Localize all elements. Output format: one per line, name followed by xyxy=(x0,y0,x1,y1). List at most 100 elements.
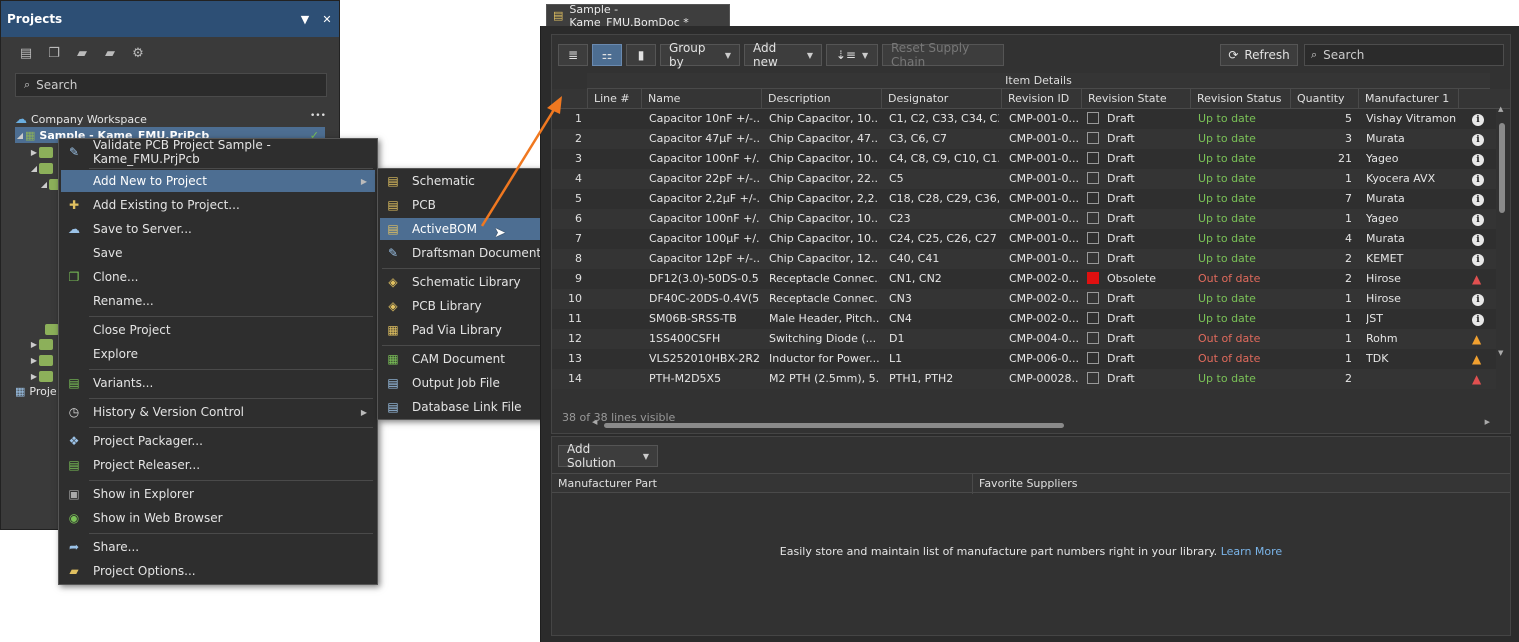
submenu-item-pcb-library[interactable]: ◈ PCB Library xyxy=(380,295,550,317)
info-icon[interactable]: i xyxy=(1472,209,1488,229)
sort-button[interactable]: ⇣≡ ▼ xyxy=(826,44,878,66)
save-icon[interactable]: ▤ xyxy=(15,42,37,64)
menu-item-explore[interactable]: Explore xyxy=(61,343,375,365)
menu-item-save[interactable]: Save xyxy=(61,242,375,264)
menu-item-rename[interactable]: Rename... xyxy=(61,290,375,312)
menu-item-clone[interactable]: ❐ Clone... xyxy=(61,266,375,288)
horizontal-scrollbar[interactable]: ◀ ▶ xyxy=(592,418,1490,429)
tree-folder[interactable]: ◢ xyxy=(29,160,57,176)
table-row[interactable]: 7 Capacitor 100µF +/... Chip Capacitor, 10… xyxy=(552,229,1496,249)
add-new-button[interactable]: Add new ▼ xyxy=(744,41,822,69)
tree-folder[interactable]: ▶ xyxy=(29,336,57,352)
warning-orange-icon[interactable]: ▲ xyxy=(1472,349,1488,369)
table-row[interactable]: 12 1SS400CSFH Switching Diode (... D1 CMP-00… xyxy=(552,329,1496,349)
group-by-button[interactable]: Group by ▼ xyxy=(660,41,740,69)
menu-item-add-new[interactable]: Add New to Project ▶ xyxy=(61,170,375,192)
submenu-item-schematic-library[interactable]: ◈ Schematic Library xyxy=(380,271,550,293)
info-icon[interactable]: i xyxy=(1472,229,1488,249)
table-row[interactable]: 4 Capacitor 22pF +/-... Chip Capacitor, 22… xyxy=(552,169,1496,189)
submenu-item-pcb[interactable]: ▤ PCB xyxy=(380,194,550,216)
learn-more-link[interactable]: Learn More xyxy=(1221,545,1283,558)
table-row[interactable]: 6 Capacitor 100nF +/... Chip Capacitor, 10… xyxy=(552,209,1496,229)
info-icon[interactable]: i xyxy=(1472,189,1488,209)
save-all-icon[interactable]: ❐ xyxy=(43,42,65,64)
col-revision-id[interactable]: Revision ID xyxy=(1001,89,1081,109)
menu-item-show-in-explorer[interactable]: ▣ Show in Explorer xyxy=(61,483,375,505)
panel-menu-icon[interactable]: ▼ xyxy=(299,13,311,26)
table-row[interactable]: 10 DF40C-20DS-0.4V(51) Receptacle Connec..… xyxy=(552,289,1496,309)
tree-view-button[interactable]: ⚏ xyxy=(592,44,622,66)
reset-supply-chain-button[interactable]: Reset Supply Chain xyxy=(882,41,1004,69)
refresh-button[interactable]: ⟳ Refresh xyxy=(1220,44,1298,66)
chart-view-button[interactable]: ▮ xyxy=(626,44,656,66)
tree-item-workspace[interactable]: ☁ Company Workspace xyxy=(15,111,147,127)
col-manufacturer-part[interactable]: Manufacturer Part xyxy=(552,474,972,494)
scroll-up-icon[interactable]: ▲ xyxy=(1498,105,1503,113)
open-folder-icon[interactable]: ▰ xyxy=(71,42,93,64)
submenu-item-activebom[interactable]: ▤ ActiveBOM xyxy=(380,218,550,240)
table-row[interactable]: 9 DF12(3.0)-50DS-0.5... Receptacle Connec.… xyxy=(552,269,1496,289)
menu-item-variants[interactable]: ▤ Variants... xyxy=(61,372,375,394)
menu-item-validate[interactable]: ✎ Validate PCB Project Sample - Kame_FMU.… xyxy=(61,138,375,166)
table-row[interactable]: 11 SM06B-SRSS-TB Male Header, Pitch... CN4 C… xyxy=(552,309,1496,329)
info-icon[interactable]: i xyxy=(1472,109,1488,129)
table-row[interactable]: 14 PTH-M2D5X5 M2 PTH (2.5mm), 5... PTH1, PT… xyxy=(552,369,1496,389)
submenu-item-schematic[interactable]: ▤ Schematic xyxy=(380,170,550,192)
col-favorite-suppliers[interactable]: Favorite Suppliers xyxy=(972,474,1272,494)
menu-item-share[interactable]: ➦ Share... xyxy=(61,536,375,558)
menu-item-add-existing[interactable]: ✚ Add Existing to Project... xyxy=(61,194,375,216)
menu-item-history[interactable]: ◷ History & Version Control ▶ xyxy=(61,401,375,423)
info-icon[interactable]: i xyxy=(1472,149,1488,169)
gear-icon[interactable]: ⚙ xyxy=(127,42,149,64)
table-row[interactable]: 2 Capacitor 47µF +/-... Chip Capacitor, 47… xyxy=(552,129,1496,149)
tree-folder[interactable]: ▶ xyxy=(29,352,57,368)
submenu-item-pad-via-library[interactable]: ▦ Pad Via Library xyxy=(380,319,550,341)
submenu-item-database-link[interactable]: ▤ Database Link File xyxy=(380,396,550,418)
menu-item-releaser[interactable]: ▤ Project Releaser... xyxy=(61,454,375,476)
menu-item-project-options[interactable]: ▰ Project Options... xyxy=(61,560,375,582)
info-icon[interactable]: i xyxy=(1472,289,1488,309)
list-view-button[interactable]: ≣ xyxy=(558,44,588,66)
menu-item-show-in-web-browser[interactable]: ◉ Show in Web Browser xyxy=(61,507,375,529)
folder-settings-icon[interactable]: ▰ xyxy=(99,42,121,64)
table-row[interactable]: 5 Capacitor 2,2µF +/-... Chip Capacitor, 2… xyxy=(552,189,1496,209)
col-designator[interactable]: Designator xyxy=(881,89,1001,109)
menu-item-packager[interactable]: ❖ Project Packager... xyxy=(61,430,375,452)
info-icon[interactable]: i xyxy=(1472,249,1488,269)
info-icon[interactable]: i xyxy=(1472,169,1488,189)
submenu-item-draftsman[interactable]: ✎ Draftsman Document xyxy=(380,242,550,264)
tree-folder[interactable]: ▶ xyxy=(29,368,57,384)
submenu-item-cam-document[interactable]: ▦ CAM Document xyxy=(380,348,550,370)
menu-item-close-project[interactable]: Close Project xyxy=(61,319,375,341)
document-tab[interactable]: ▤ Sample - Kame_FMU.BomDoc * xyxy=(546,3,730,29)
col-description[interactable]: Description xyxy=(761,89,881,109)
table-row[interactable]: 13 VLS252010HBX-2R2... Inductor for Power.… xyxy=(552,349,1496,369)
submenu-item-output-job[interactable]: ▤ Output Job File xyxy=(380,372,550,394)
col-quantity[interactable]: Quantity xyxy=(1290,89,1358,109)
table-row[interactable]: 1 Capacitor 10nF +/-... Chip Capacitor, 10… xyxy=(552,109,1496,129)
scroll-down-icon[interactable]: ▼ xyxy=(1498,349,1503,357)
table-row[interactable]: 3 Capacitor 100nF +/... Chip Capacitor, 10… xyxy=(552,149,1496,169)
tree-folder[interactable]: ▶ xyxy=(29,144,57,160)
info-icon[interactable]: i xyxy=(1472,129,1488,149)
col-line-number[interactable]: Line # xyxy=(587,89,641,109)
warning-red-icon[interactable]: ▲ xyxy=(1472,369,1488,389)
close-icon[interactable]: ✕ xyxy=(321,13,333,26)
add-solution-button[interactable]: Add Solution ▼ xyxy=(558,442,658,470)
table-row[interactable]: 8 Capacitor 12pF +/-... Chip Capacitor, 12… xyxy=(552,249,1496,269)
scroll-right-icon[interactable]: ▶ xyxy=(1485,418,1490,426)
tree-item-projects-partial[interactable]: ▦ Proje xyxy=(15,383,57,399)
bom-search-input[interactable]: ⌕ Search xyxy=(1304,44,1504,66)
vertical-scroll-thumb[interactable] xyxy=(1499,123,1505,213)
vertical-scrollbar[interactable]: ▲ ▼ xyxy=(1498,105,1506,357)
projects-search-input[interactable]: ⌕ Search xyxy=(15,73,327,97)
warning-orange-icon[interactable]: ▲ xyxy=(1472,329,1488,349)
more-icon[interactable]: ••• xyxy=(310,111,326,121)
col-manufacturer-1[interactable]: Manufacturer 1 xyxy=(1358,89,1458,109)
warning-red-icon[interactable]: ▲ xyxy=(1472,269,1488,289)
col-revision-status[interactable]: Revision Status xyxy=(1190,89,1290,109)
info-icon[interactable]: i xyxy=(1472,309,1488,329)
col-revision-state[interactable]: Revision State xyxy=(1081,89,1190,109)
menu-item-save-to-server[interactable]: ☁ Save to Server... xyxy=(61,218,375,240)
col-name[interactable]: Name xyxy=(641,89,761,109)
